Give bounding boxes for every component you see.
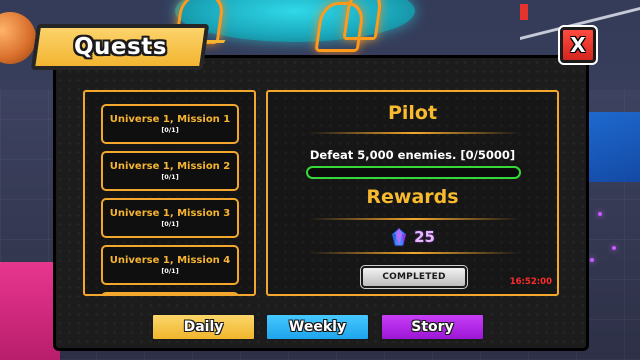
background-sparkle [612,246,616,250]
mission-name: Universe 1, Mission 2 [109,160,231,172]
mission-progress: [0/1] [161,219,179,228]
mission-name: Universe 1, Mission 3 [109,207,231,219]
close-button[interactable]: X [558,25,598,65]
quest-progress-bar [306,166,521,179]
mission-item-1[interactable]: Universe 1, Mission 1 [0/1] [101,104,239,144]
completed-button-label: COMPLETED [382,272,446,282]
reward-amount: 25 [414,228,435,246]
reward-row: 25 [268,227,557,247]
rewards-title: Rewards [366,186,459,208]
mission-progress: [0/1] [161,125,179,134]
background-red-marker [520,4,528,20]
mission-item-partial[interactable] [101,292,239,294]
background-flame-decoration [342,0,384,40]
quest-description: Defeat 5,000 enemies. [0/5000] [309,148,516,162]
mission-name: Universe 1, Mission 4 [109,254,231,266]
gem-icon [391,227,407,247]
game-screen: Quests X Universe 1, Mission 1 [0/1] Uni… [0,0,640,360]
mission-name: Universe 1, Mission 1 [109,113,231,125]
tab-daily-label: Daily [183,319,224,335]
tab-daily[interactable]: Daily [151,313,256,341]
panel-title: Quests [73,34,167,60]
divider [308,218,521,220]
background-sparkle [598,212,602,216]
tab-weekly[interactable]: Weekly [265,313,370,341]
mission-item-4[interactable]: Universe 1, Mission 4 [0/1] [101,245,239,285]
tab-story-label: Story [411,319,454,335]
mission-item-2[interactable]: Universe 1, Mission 2 [0/1] [101,151,239,191]
mission-list[interactable]: Universe 1, Mission 1 [0/1] Universe 1, … [83,90,256,296]
divider [308,132,521,134]
background-magenta-block [0,262,60,360]
completed-button[interactable]: COMPLETED [360,265,468,289]
mission-progress: [0/1] [161,172,179,181]
quests-title-tab: Quests [30,24,210,70]
close-icon: X [570,33,586,57]
reset-timer: 16:52:00 [509,277,552,287]
quest-detail-pane: Pilot Defeat 5,000 enemies. [0/5000] Rew… [266,90,559,296]
background-sparkle [590,258,594,262]
tab-story[interactable]: Story [380,313,485,341]
background-orb [0,12,36,64]
divider [308,252,521,254]
quest-title: Pilot [387,102,438,124]
tab-weekly-label: Weekly [288,319,347,335]
mission-item-3[interactable]: Universe 1, Mission 3 [0/1] [101,198,239,238]
mission-progress: [0/1] [161,266,179,275]
